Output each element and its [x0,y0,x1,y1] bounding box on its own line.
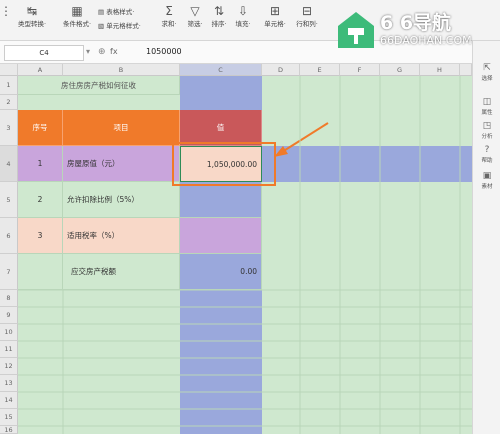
highlight-box [172,142,276,186]
column-header-i[interactable] [460,64,472,76]
row6-value[interactable] [180,218,262,254]
conditional-format-button[interactable]: ▦ 条件格式· [60,4,94,36]
header-no[interactable]: 序号 [18,110,63,146]
filter-icon: ▽ [190,4,200,18]
fx-icon[interactable]: fx [110,45,118,59]
row-header-14[interactable]: 14 [0,392,18,409]
name-box[interactable]: C4 [4,45,84,61]
header-item[interactable]: 项目 [63,110,180,146]
row-header-7[interactable]: 7 [0,254,18,290]
filter-button[interactable]: ▽ 筛选· [184,4,206,36]
row6-no[interactable]: 3 [18,218,63,254]
column-header-b[interactable]: B [63,64,180,76]
column-header-h[interactable]: H [420,64,460,76]
analysis-icon: ◳ [482,121,492,131]
row5-no[interactable]: 2 [18,182,63,218]
column-header-g[interactable]: G [380,64,420,76]
select-icon: ⇱ [483,63,491,73]
help-icon: ? [484,145,490,155]
arrow-annotation [274,122,329,157]
sheet-title[interactable]: 房住房房产税如何征收 [18,76,180,95]
cell-button[interactable]: ⊞ 单元格· [260,4,290,36]
sort-button[interactable]: ⇅ 排序· [208,4,230,36]
sum-icon: Σ [165,4,173,18]
row7-value[interactable]: 0.00 [180,254,262,290]
row-header-10[interactable]: 10 [0,324,18,341]
row4-no[interactable]: 1 [18,146,63,182]
column-header-a[interactable]: A [18,64,63,76]
row7-no[interactable] [18,254,63,290]
row-header-8[interactable]: 8 [0,290,18,307]
row-header-11[interactable]: 11 [0,341,18,358]
row7-item[interactable]: 应交房产税额 [63,254,180,290]
column-header-c[interactable]: C [180,64,262,76]
type-convert-button[interactable]: ↹ 类型转换· [14,4,50,36]
row5-value[interactable] [180,182,262,218]
formula-input[interactable]: 1050000 [146,45,182,59]
properties-icon: ◫ [482,97,492,107]
sidebar-select-button[interactable]: ⇱ 选择 [473,63,500,82]
row-header-2[interactable]: 2 [0,95,18,110]
zoom-icon[interactable]: ⊕ [98,45,106,59]
sort-icon: ⇅ [213,4,225,18]
ribbon-collapse-button[interactable]: ⋮ [0,4,12,36]
row6-item[interactable]: 适用税率（%） [63,218,180,254]
header-value[interactable]: 值 [180,110,262,146]
row-header-12[interactable]: 12 [0,358,18,375]
row-header-5[interactable]: 5 [0,182,18,218]
column-header-f[interactable]: F [340,64,380,76]
row-header-15[interactable]: 15 [0,409,18,426]
table-style-icon: ▤ [98,8,105,16]
select-all-corner[interactable] [0,64,18,76]
row-header-1[interactable]: 1 [0,76,18,95]
row-header-6[interactable]: 6 [0,218,18,254]
watermark-logo [338,12,374,48]
row-header-3[interactable]: 3 [0,110,18,146]
sidebar-analysis-button[interactable]: ◳ 分析 [473,121,500,140]
watermark-url: 66DAOHAN.COM [380,34,472,47]
row-header-16[interactable]: 16 [0,426,18,434]
spreadsheet-grid: A B C D E F G H 1 2 3 4 5 6 7 8 9 10 11 … [0,64,472,434]
column-header-e[interactable]: E [300,64,340,76]
conditional-format-icon: ▦ [71,4,83,18]
column-header-d[interactable]: D [262,64,300,76]
row-header-4[interactable]: 4 [0,146,18,182]
ribbon-edge-icon: ⋮ [0,4,12,18]
row-header-13[interactable]: 13 [0,375,18,392]
sum-button[interactable]: Σ 求和· [158,4,180,36]
material-icon: ▣ [482,171,492,181]
fill-button[interactable]: ⇩ 填充· [232,4,254,36]
cell-icon: ⊞ [269,4,281,18]
row5-item[interactable]: 允许扣除比例（5%） [63,182,180,218]
row-column-icon: ⊟ [301,4,313,18]
name-box-dropdown-icon[interactable]: ▾ [86,45,90,59]
row4-item[interactable]: 房屋原值（元） [63,146,180,182]
row-column-button[interactable]: ⊟ 行和列· [292,4,322,36]
sidebar-help-button[interactable]: ? 帮助 [473,145,500,164]
watermark-brand: 6 6导航 [380,12,452,34]
fill-icon: ⇩ [237,4,249,18]
right-task-pane: ⇱ 选择 ◫ 属性 ◳ 分析 ? 帮助 ▣ 素材 [472,41,500,434]
watermark: 6 6导航 66DAOHAN.COM [336,6,488,56]
sidebar-properties-button[interactable]: ◫ 属性 [473,97,500,116]
row-header-9[interactable]: 9 [0,307,18,324]
sidebar-material-button[interactable]: ▣ 素材 [473,171,500,190]
cell-style-icon: ▧ [98,22,105,30]
type-convert-icon: ↹ [26,4,38,18]
